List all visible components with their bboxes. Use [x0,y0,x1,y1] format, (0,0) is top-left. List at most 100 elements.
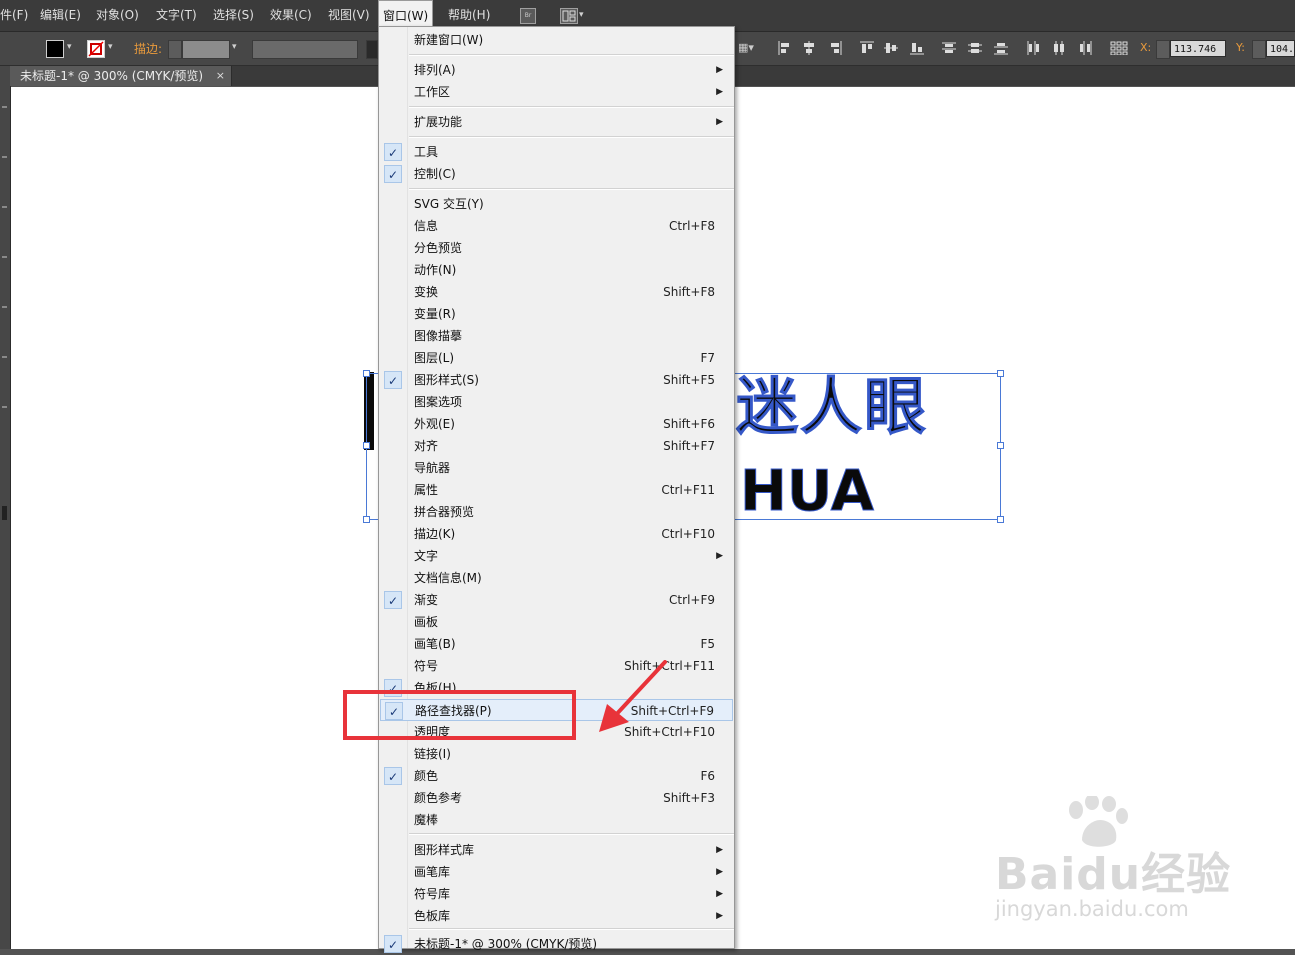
y-stepper[interactable] [1252,40,1266,59]
align-middle-icon[interactable] [884,41,898,55]
menu-item[interactable]: 图案选项 [380,391,733,413]
menu-item[interactable]: ✓ 未标题-1* @ 300% (CMYK/预览) [380,933,733,955]
chevron-down-icon[interactable]: ▾ [67,42,72,52]
menu-item[interactable]: 颜色参考 Shift+F3 [380,787,733,809]
chevron-down-icon[interactable]: ▾ [232,42,237,52]
transform-grid-icon[interactable]: ▦▾ [738,41,754,55]
annotation-arrow-icon [599,660,667,732]
menu-item[interactable]: 魔棒 [380,809,733,831]
menu-item[interactable]: 信息 Ctrl+F8 [380,215,733,237]
tool-handle[interactable] [2,356,7,358]
menu-item-label: 扩展功能 [414,115,463,129]
fill-swatch[interactable] [46,40,64,58]
menu-select[interactable]: 选择(S) [213,0,254,31]
tool-handle[interactable] [2,406,7,408]
distribute-right-icon[interactable] [1078,41,1092,55]
menu-item[interactable]: 符号 Shift+Ctrl+F11 [380,655,733,677]
menu-item[interactable]: 变量(R) [380,303,733,325]
menu-object[interactable]: 对象(O) [96,0,139,31]
stroke-swatch[interactable] [87,40,105,58]
menu-item[interactable]: 链接(I) [380,743,733,765]
submenu-arrow-icon: ▶ [716,889,723,899]
menu-item[interactable]: SVG 交互(Y) [380,193,733,215]
menu-item[interactable]: 动作(N) [380,259,733,281]
x-stepper[interactable] [1156,40,1170,59]
resize-handle-left[interactable] [363,442,370,449]
checkmark-icon: ✓ [384,165,402,183]
x-input[interactable]: 113.746 [1170,40,1226,57]
menu-item[interactable]: 对齐 Shift+F7 [380,435,733,457]
menu-item[interactable]: ✓ 渐变 Ctrl+F9 [380,589,733,611]
menu-item[interactable]: ✓ 控制(C) [380,163,733,185]
menu-edit[interactable]: 编辑(E) [40,0,81,31]
menu-item[interactable]: 图层(L) F7 [380,347,733,369]
menu-item[interactable]: 工作区 ▶ [380,81,733,103]
menu-item[interactable]: 分色预览 [380,237,733,259]
distribute-middle-icon[interactable] [968,41,982,55]
tool-handle[interactable] [2,156,7,158]
menu-item[interactable]: 外观(E) Shift+F6 [380,413,733,435]
stroke-weight-input[interactable] [182,40,230,59]
menu-item[interactable]: 文档信息(M) [380,567,733,589]
align-right-icon[interactable] [828,41,842,55]
menu-item[interactable]: 画笔库 ▶ [380,861,733,883]
menu-item[interactable]: 变换 Shift+F8 [380,281,733,303]
menu-item[interactable]: 属性 Ctrl+F11 [380,479,733,501]
fill-stroke-indicator[interactable] [2,506,7,520]
menu-item[interactable]: 画板 [380,611,733,633]
tool-handle[interactable] [2,206,7,208]
align-left-icon[interactable] [778,41,792,55]
menu-item[interactable]: 导航器 [380,457,733,479]
menu-item[interactable]: 新建窗口(W) [380,29,733,51]
menu-item[interactable]: 扩展功能 ▶ [380,111,733,133]
stroke-weight-stepper[interactable] [168,40,182,59]
distribute-bottom-icon[interactable] [994,41,1008,55]
menu-item-label: 颜色参考 [414,791,463,805]
chevron-down-icon[interactable]: ▾ [108,42,113,52]
menu-separator [409,188,734,190]
y-input[interactable]: 104. [1266,40,1295,57]
arrange-documents-button[interactable] [560,8,578,24]
menu-effect[interactable]: 效果(C) [270,0,312,31]
resize-handle-bottom-left[interactable] [363,516,370,523]
menu-item[interactable]: 排列(A) ▶ [380,59,733,81]
menu-item-label: 变量(R) [414,307,456,321]
resize-handle-bottom-right[interactable] [997,516,1004,523]
bridge-button[interactable]: Br [520,8,536,24]
tool-handle[interactable] [2,306,7,308]
menu-item[interactable]: 符号库 ▶ [380,883,733,905]
variable-width-profile[interactable] [252,40,358,59]
distribute-left-icon[interactable] [1026,41,1040,55]
align-bottom-icon[interactable] [910,41,924,55]
submenu-arrow-icon: ▶ [716,867,723,877]
align-top-icon[interactable] [860,41,874,55]
brush-definition[interactable] [366,40,378,59]
chevron-down-icon[interactable]: ▾ [579,10,584,20]
menu-item[interactable]: 描边(K) Ctrl+F10 [380,523,733,545]
menu-item[interactable]: 文字 ▶ [380,545,733,567]
resize-handle-top-right[interactable] [997,370,1004,377]
tool-handle[interactable] [2,256,7,258]
resize-handle-top-left[interactable] [363,370,370,377]
distribute-top-icon[interactable] [942,41,956,55]
tool-handle[interactable] [2,106,7,108]
close-icon[interactable]: × [216,66,225,86]
menu-item[interactable]: 色板库 ▶ [380,905,733,927]
resize-handle-right[interactable] [997,442,1004,449]
menu-item[interactable]: 画笔(B) F5 [380,633,733,655]
document-tab[interactable]: 未标题-1* @ 300% (CMYK/预览) × [10,66,232,86]
menu-item[interactable]: ✓ 工具 [380,141,733,163]
reference-point-icon[interactable] [1110,41,1128,55]
distribute-center-icon[interactable] [1052,41,1066,55]
menu-item[interactable]: 图形样式库 ▶ [380,839,733,861]
menu-item[interactable]: 图像描摹 [380,325,733,347]
menu-item-label: 文档信息(M) [414,571,482,585]
menu-item[interactable]: ✓ 颜色 F6 [380,765,733,787]
menu-view[interactable]: 视图(V) [328,0,370,31]
menu-item-label: 渐变 [414,593,439,607]
menu-item[interactable]: 拼合器预览 [380,501,733,523]
menu-item[interactable]: ✓ 图形样式(S) Shift+F5 [380,369,733,391]
menu-file[interactable]: 件(F) [0,0,28,31]
align-center-icon[interactable] [802,41,816,55]
menu-type[interactable]: 文字(T) [156,0,197,31]
